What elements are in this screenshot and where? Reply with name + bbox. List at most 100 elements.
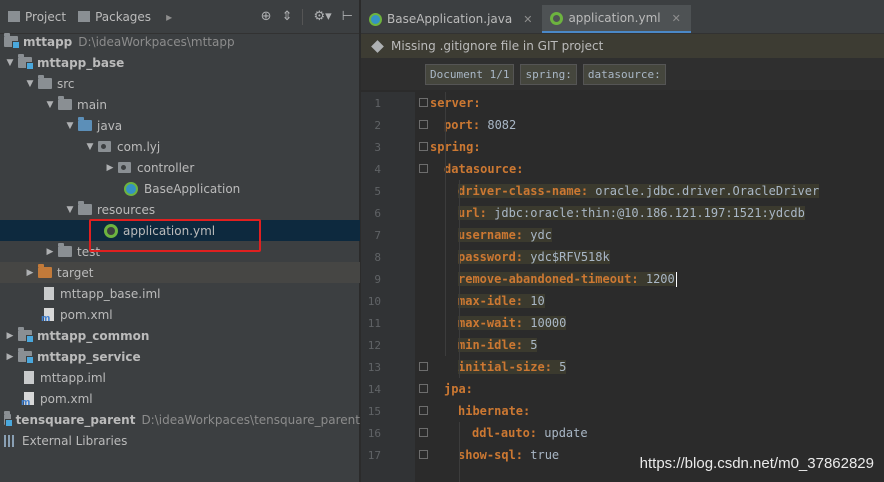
- yaml-key: max-wait:: [458, 316, 524, 330]
- code-line[interactable]: 4 datasource:: [361, 158, 884, 180]
- breadcrumb-datasource[interactable]: datasource:: [582, 63, 666, 85]
- excluded-folder-icon: [38, 264, 52, 278]
- line-number: 4: [374, 162, 381, 176]
- code-line[interactable]: 12 min-idle: 5: [361, 334, 884, 356]
- indent-guide: [459, 422, 460, 482]
- expanded-arrow-icon[interactable]: ▼: [44, 100, 56, 110]
- tree-path: D:\ideaWorkpaces\mttapp: [78, 34, 235, 49]
- breadcrumb-document[interactable]: Document 1/1: [425, 63, 515, 85]
- close-icon[interactable]: ✕: [523, 13, 532, 26]
- code-line[interactable]: 7 username: ydc: [361, 224, 884, 246]
- expanded-arrow-icon[interactable]: ▼: [84, 142, 96, 152]
- line-number: 9: [374, 272, 381, 286]
- code-line[interactable]: 14 jpa:: [361, 378, 884, 400]
- tree-label: BaseApplication: [144, 181, 241, 196]
- code-line[interactable]: 6 url: jdbc:oracle:thin:@10.186.121.197:1…: [361, 202, 884, 224]
- code-line[interactable]: 15 hibernate:: [361, 400, 884, 422]
- module-folder-icon: [18, 348, 34, 364]
- collapse-icon[interactable]: ⇕: [282, 9, 293, 24]
- code-line[interactable]: 13 initial-size: 5: [361, 356, 884, 378]
- tree-item-mttapp-service[interactable]: ▶ mttapp_service: [0, 346, 360, 367]
- fold-marker-icon[interactable]: [419, 98, 428, 107]
- code-line[interactable]: 5 driver-class-name: oracle.jdbc.driver.O…: [361, 180, 884, 202]
- tab-project-label: Project: [25, 9, 67, 24]
- tree-item-target[interactable]: ▶ target: [0, 262, 360, 283]
- expanded-arrow-icon[interactable]: ▼: [64, 121, 76, 131]
- code-line[interactable]: 9 remove-abandoned-timeout: 1200: [361, 268, 884, 290]
- fold-marker-icon[interactable]: [419, 450, 428, 459]
- collapsed-arrow-icon[interactable]: ▶: [24, 268, 36, 278]
- tree-item-test[interactable]: ▶ test: [0, 241, 360, 262]
- tree-item-mttapp-base[interactable]: ▼ mttapp_base: [0, 52, 360, 73]
- yaml-key: username:: [458, 228, 524, 242]
- tree-item-external-libraries[interactable]: External Libraries: [0, 430, 360, 451]
- tree-item-mttapp-common[interactable]: ▶ mttapp_common: [0, 325, 360, 346]
- target-icon[interactable]: ⊕: [261, 9, 272, 24]
- line-number: 11: [367, 316, 381, 330]
- indent-guide: [445, 92, 446, 158]
- code-line[interactable]: 8 password: ydc$RFV518k: [361, 246, 884, 268]
- tree-label: controller: [137, 160, 195, 175]
- tab-base-application-java[interactable]: BaseApplication.java ✕: [361, 5, 542, 33]
- tree-item-mttapp-base-iml[interactable]: mttapp_base.iml: [0, 283, 360, 304]
- project-toolbar: Project Packages ▸ ⊕ ⇕ ⚙▾ ⊢: [0, 0, 359, 34]
- yaml-key: min-idle:: [458, 338, 524, 352]
- tree-label: test: [77, 244, 101, 259]
- code-line[interactable]: 10 max-idle: 10: [361, 290, 884, 312]
- tree-item-resources[interactable]: ▼ resources: [0, 199, 360, 220]
- fold-marker-icon[interactable]: [419, 428, 428, 437]
- spring-yml-icon: [104, 223, 118, 238]
- tree-label: tensquare_parent: [15, 412, 136, 427]
- tab-packages-label: Packages: [95, 9, 152, 24]
- tab-application-yml[interactable]: application.yml ✕: [542, 5, 691, 33]
- breadcrumb-spring[interactable]: spring:: [520, 63, 577, 85]
- tree-item-java[interactable]: ▼ java: [0, 115, 360, 136]
- line-number: 16: [367, 426, 381, 440]
- code-line[interactable]: 3 spring:: [361, 136, 884, 158]
- fold-marker-icon[interactable]: [419, 406, 428, 415]
- yaml-value: 8082: [480, 118, 517, 132]
- fold-marker-icon[interactable]: [419, 164, 428, 173]
- tree-item-tensquare-parent[interactable]: tensquare_parent D:\ideaWorkpaces\tensqu…: [0, 409, 360, 430]
- tree-item-mttapp[interactable]: mttapp D:\ideaWorkpaces\mttapp: [0, 31, 360, 52]
- collapsed-arrow-icon[interactable]: ▶: [4, 352, 16, 362]
- tree-item-application-yml[interactable]: application.yml: [0, 220, 360, 241]
- yaml-key: driver-class-name:: [458, 184, 589, 198]
- tree-item-com-lyj[interactable]: ▼ com.lyj: [0, 136, 360, 157]
- tree-item-controller[interactable]: ▶ controller: [0, 157, 360, 178]
- settings-icon[interactable]: ⚙▾: [313, 9, 331, 24]
- tree-item-src[interactable]: ▼ src: [0, 73, 360, 94]
- libraries-icon: [4, 434, 16, 447]
- code-line[interactable]: 16 ddl-auto: update: [361, 422, 884, 444]
- hide-panel-icon[interactable]: ⊢: [342, 9, 353, 24]
- collapsed-arrow-icon[interactable]: ▶: [104, 163, 116, 173]
- maven-file-icon: [21, 392, 34, 408]
- more-tabs-icon[interactable]: ▸: [166, 10, 172, 24]
- code-line[interactable]: 11 max-wait: 10000: [361, 312, 884, 334]
- tree-label: mttapp_base: [37, 55, 125, 70]
- tree-item-mttapp-iml[interactable]: mttapp.iml: [0, 367, 360, 388]
- tree-item-base-application[interactable]: BaseApplication: [0, 178, 360, 199]
- tab-project[interactable]: Project: [2, 5, 72, 29]
- collapsed-arrow-icon[interactable]: ▶: [4, 331, 16, 341]
- expanded-arrow-icon[interactable]: ▼: [64, 205, 76, 215]
- line-number: 12: [367, 338, 381, 352]
- tree-item-root-pom-xml[interactable]: pom.xml: [0, 388, 360, 409]
- fold-marker-icon[interactable]: [419, 120, 428, 129]
- code-line[interactable]: 1 server:: [361, 92, 884, 114]
- expanded-arrow-icon[interactable]: ▼: [4, 58, 16, 68]
- yaml-value: oracle.jdbc.driver.OracleDriver: [588, 184, 820, 198]
- tree-item-main[interactable]: ▼ main: [0, 94, 360, 115]
- yaml-key: remove-abandoned-timeout:: [458, 271, 639, 286]
- code-line[interactable]: 2 port: 8082: [361, 114, 884, 136]
- tree-item-pom-xml[interactable]: pom.xml: [0, 304, 360, 325]
- code-area[interactable]: 1 server: 2 port: 8082 3 spring: 4 datasource: 5…: [361, 92, 884, 482]
- fold-marker-icon[interactable]: [419, 362, 428, 371]
- toolbar-divider: [302, 8, 304, 25]
- fold-marker-icon[interactable]: [419, 384, 428, 393]
- collapsed-arrow-icon[interactable]: ▶: [44, 247, 56, 257]
- fold-marker-icon[interactable]: [419, 142, 428, 151]
- close-icon[interactable]: ✕: [672, 12, 681, 25]
- tab-packages[interactable]: Packages ▸: [72, 5, 178, 29]
- expanded-arrow-icon[interactable]: ▼: [24, 79, 36, 89]
